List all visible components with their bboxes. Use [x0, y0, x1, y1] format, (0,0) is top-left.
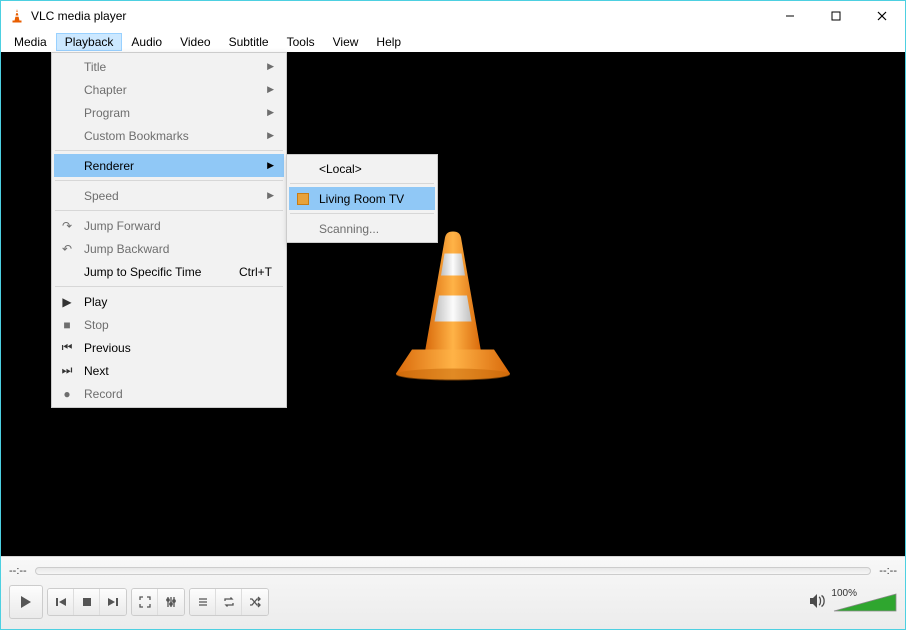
- minimize-button[interactable]: [767, 1, 813, 31]
- maximize-button[interactable]: [813, 1, 859, 31]
- menu-item-label: Previous: [84, 341, 131, 355]
- playlist-group: [189, 588, 269, 616]
- menu-item-label: Jump Forward: [84, 219, 161, 233]
- record-icon: ●: [59, 386, 75, 402]
- menu-item-label: Scanning...: [319, 222, 379, 236]
- menu-item-label: <Local>: [319, 162, 362, 176]
- stop-icon: ■: [59, 317, 75, 333]
- controls-bar: --:-- --:-- 100%: [1, 556, 905, 629]
- vlc-cone-logo: [388, 223, 518, 386]
- titlebar: VLC media player: [1, 1, 905, 31]
- menu-separator: [290, 183, 434, 184]
- fullscreen-button[interactable]: [132, 589, 158, 615]
- menu-item-record[interactable]: ● Record: [54, 382, 284, 405]
- menu-item-label: Program: [84, 106, 130, 120]
- menu-item-label: Next: [84, 364, 109, 378]
- chevron-right-icon: ▶: [267, 160, 274, 171]
- menu-item-label: Stop: [84, 318, 109, 332]
- loop-button[interactable]: [216, 589, 242, 615]
- menu-item-next[interactable]: ⏭ Next: [54, 359, 284, 382]
- controls-row: 100%: [1, 581, 905, 623]
- chevron-right-icon: ▶: [267, 61, 274, 72]
- stop-button[interactable]: [74, 589, 100, 615]
- menu-tools[interactable]: Tools: [278, 33, 324, 51]
- next-button[interactable]: [100, 589, 126, 615]
- menu-item-stop[interactable]: ■ Stop: [54, 313, 284, 336]
- volume-slider[interactable]: [833, 591, 897, 613]
- menu-item-jump-forward[interactable]: ↷ Jump Forward: [54, 214, 284, 237]
- menu-audio[interactable]: Audio: [122, 33, 171, 51]
- menu-item-label: Renderer: [84, 159, 134, 173]
- menu-video[interactable]: Video: [171, 33, 219, 51]
- jump-backward-icon: ↶: [59, 241, 75, 257]
- menu-separator: [55, 210, 283, 211]
- menu-item-title[interactable]: Title ▶: [54, 55, 284, 78]
- time-row: --:-- --:--: [1, 557, 905, 581]
- menu-item-label: Record: [84, 387, 123, 401]
- shuffle-button[interactable]: [242, 589, 268, 615]
- chevron-right-icon: ▶: [267, 130, 274, 141]
- menu-item-label: Chapter: [84, 83, 127, 97]
- menu-separator: [55, 180, 283, 181]
- close-button[interactable]: [859, 1, 905, 31]
- play-icon: ▶: [59, 294, 75, 310]
- menu-item-label: Living Room TV: [319, 192, 404, 206]
- previous-button[interactable]: [48, 589, 74, 615]
- volume-control: 100%: [809, 591, 897, 613]
- menu-item-previous[interactable]: ⏮ Previous: [54, 336, 284, 359]
- menu-item-jump-backward[interactable]: ↶ Jump Backward: [54, 237, 284, 260]
- chevron-right-icon: ▶: [267, 190, 274, 201]
- menu-subtitle[interactable]: Subtitle: [220, 33, 278, 51]
- chevron-right-icon: ▶: [267, 84, 274, 95]
- menu-item-custom-bookmarks[interactable]: Custom Bookmarks ▶: [54, 124, 284, 147]
- menu-shortcut: Ctrl+T: [239, 265, 272, 279]
- menu-item-renderer[interactable]: Renderer ▶: [54, 154, 284, 177]
- menu-item-play[interactable]: ▶ Play: [54, 290, 284, 313]
- menu-item-label: Play: [84, 295, 107, 309]
- menu-item-label: Jump Backward: [84, 242, 169, 256]
- menu-item-speed[interactable]: Speed ▶: [54, 184, 284, 207]
- renderer-local[interactable]: <Local>: [289, 157, 435, 180]
- menu-media[interactable]: Media: [5, 33, 56, 51]
- menu-view[interactable]: View: [324, 33, 368, 51]
- speaker-icon[interactable]: [809, 593, 827, 612]
- menubar: Media Playback Audio Video Subtitle Tool…: [1, 31, 905, 52]
- jump-forward-icon: ↷: [59, 218, 75, 234]
- menu-separator: [290, 213, 434, 214]
- elapsed-time[interactable]: --:--: [9, 565, 27, 577]
- menu-help[interactable]: Help: [367, 33, 410, 51]
- menu-item-chapter[interactable]: Chapter ▶: [54, 78, 284, 101]
- chevron-right-icon: ▶: [267, 107, 274, 118]
- menu-separator: [55, 150, 283, 151]
- play-button[interactable]: [9, 585, 43, 619]
- playback-menu: Title ▶ Chapter ▶ Program ▶ Custom Bookmark…: [51, 52, 287, 408]
- vlc-cone-icon: [9, 8, 25, 24]
- menu-item-label: Custom Bookmarks: [84, 129, 189, 143]
- next-icon: ⏭: [59, 363, 75, 379]
- window-controls: [767, 1, 905, 31]
- previous-icon: ⏮: [59, 340, 75, 356]
- menu-item-label: Jump to Specific Time: [84, 265, 201, 279]
- menu-item-label: Speed: [84, 189, 119, 203]
- menu-item-jump-specific[interactable]: Jump to Specific Time Ctrl+T: [54, 260, 284, 283]
- window-title: VLC media player: [31, 9, 126, 23]
- renderer-submenu: <Local> Living Room TV Scanning...: [286, 154, 438, 243]
- extended-settings-button[interactable]: [158, 589, 184, 615]
- total-time[interactable]: --:--: [879, 565, 897, 577]
- playlist-button[interactable]: [190, 589, 216, 615]
- seek-slider[interactable]: [35, 567, 872, 575]
- renderer-living-room-tv[interactable]: Living Room TV: [289, 187, 435, 210]
- menu-item-program[interactable]: Program ▶: [54, 101, 284, 124]
- view-group: [131, 588, 185, 616]
- renderer-scanning: Scanning...: [289, 217, 435, 240]
- cast-device-icon: [297, 193, 309, 205]
- menu-item-label: Title: [84, 60, 106, 74]
- menu-separator: [55, 286, 283, 287]
- transport-group: [47, 588, 127, 616]
- menu-playback[interactable]: Playback: [56, 33, 123, 51]
